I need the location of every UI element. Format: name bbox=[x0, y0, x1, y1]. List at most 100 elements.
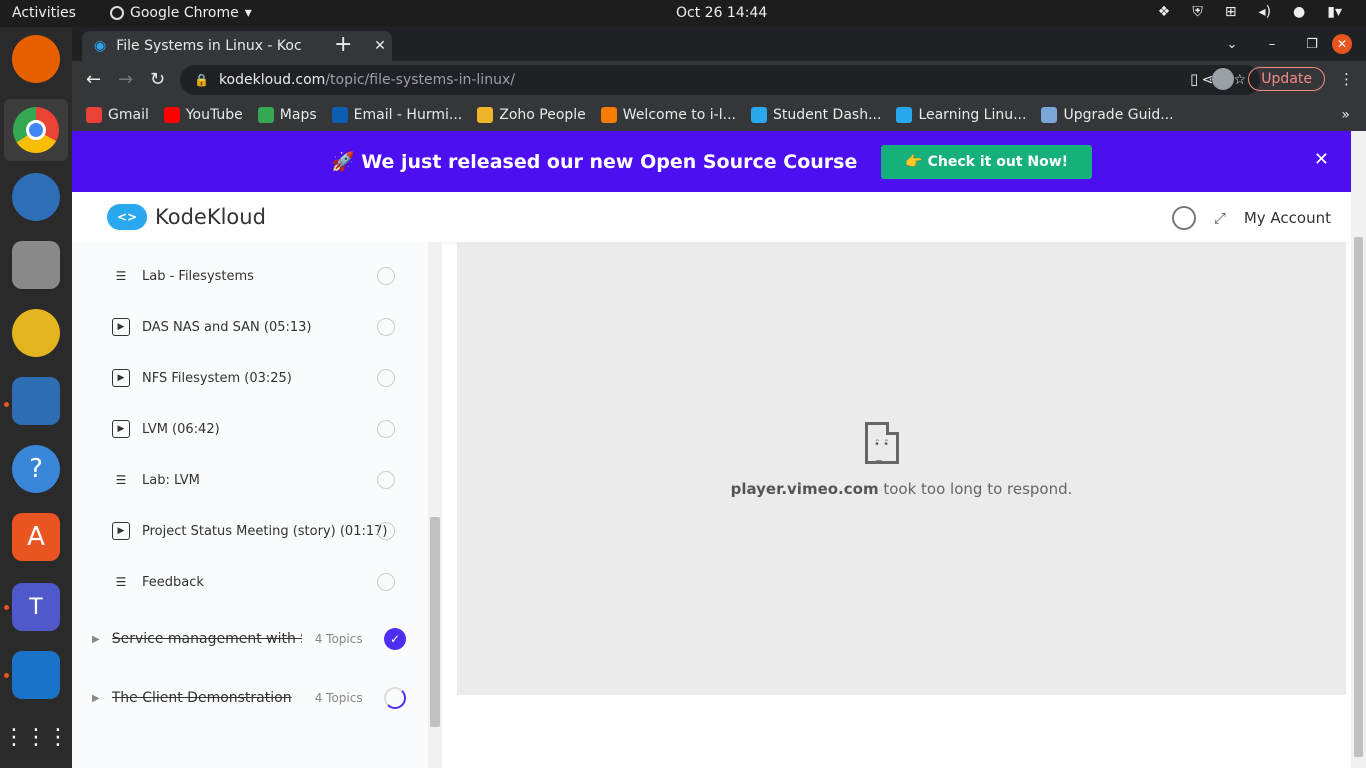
shield-icon[interactable]: ⛨ bbox=[1192, 4, 1203, 20]
battery-icon[interactable]: ▮▾ bbox=[1327, 4, 1342, 20]
expand-caret-icon[interactable]: ▶ bbox=[92, 634, 100, 645]
system-tray[interactable]: ❖ ⛨ ⊞ ◂) ● ▮▾ bbox=[1158, 4, 1342, 20]
completion-status-icon[interactable] bbox=[377, 420, 395, 438]
tab-strip: ◉ File Systems in Linux - Koc ✕ + ⌄ – ❐ … bbox=[72, 27, 1366, 61]
page-scroll-thumb[interactable] bbox=[1354, 237, 1363, 757]
bookmark-item[interactable]: Maps bbox=[257, 107, 317, 123]
completion-status-icon[interactable] bbox=[377, 471, 395, 489]
bookmark-item[interactable]: Upgrade Guid... bbox=[1041, 107, 1174, 123]
lesson-item[interactable]: ☰ Lab: LVM bbox=[112, 465, 402, 495]
new-tab-button[interactable]: + bbox=[334, 32, 352, 57]
url-path: /topic/file-systems-in-linux/ bbox=[325, 72, 515, 88]
bookmark-item[interactable]: Zoho People bbox=[477, 107, 586, 123]
web-page: 🚀 We just released our new Open Source C… bbox=[72, 131, 1366, 768]
maximize-button[interactable]: ❐ bbox=[1292, 37, 1332, 52]
minimize-button[interactable]: – bbox=[1252, 37, 1292, 52]
page-scrollbar[interactable] bbox=[1351, 131, 1366, 768]
clock[interactable]: Oct 26 14:44 bbox=[676, 5, 767, 21]
bookmark-favicon-icon bbox=[163, 107, 180, 123]
check-it-out-button[interactable]: 👉 Check it out Now! bbox=[881, 144, 1093, 179]
teams-icon[interactable]: T bbox=[12, 583, 60, 631]
network-icon[interactable]: ⊞ bbox=[1225, 4, 1237, 20]
address-bar[interactable]: 🔒 kodekloud.com/topic/file-systems-in-li… bbox=[180, 65, 1260, 95]
app-menu[interactable]: Google Chrome ▾ bbox=[110, 5, 252, 21]
section-item[interactable]: ▶ The Client Demonstration 4 Topics bbox=[92, 683, 406, 713]
microphone-icon[interactable]: ● bbox=[1293, 4, 1305, 20]
lesson-item[interactable]: ☰ Lab - Filesystems bbox=[112, 261, 402, 291]
sidebar-scroll-thumb[interactable] bbox=[430, 517, 440, 727]
forward-button[interactable]: → bbox=[118, 69, 133, 90]
course-sidebar: ☰ Lab - Filesystems ▶ DAS NAS and SAN (05:1… bbox=[72, 242, 428, 768]
volume-icon[interactable]: ◂) bbox=[1259, 4, 1272, 20]
lab-icon: ☰ bbox=[115, 473, 127, 487]
tab-title: File Systems in Linux - Koc bbox=[116, 38, 302, 54]
lesson-label: LVM (06:42) bbox=[142, 421, 220, 437]
rhythmbox-icon[interactable] bbox=[12, 309, 60, 357]
bookmark-item[interactable]: Email - Hurmi... bbox=[331, 107, 462, 123]
lesson-item[interactable]: ▶ LVM (06:42) bbox=[112, 414, 402, 444]
teams-tray-icon[interactable]: ❖ bbox=[1158, 4, 1171, 20]
app-shield-icon[interactable] bbox=[12, 651, 60, 699]
update-button[interactable]: Update bbox=[1248, 67, 1325, 91]
reload-button[interactable]: ↻ bbox=[150, 69, 165, 90]
lesson-label: DAS NAS and SAN (05:13) bbox=[142, 319, 312, 335]
help-icon[interactable]: ? bbox=[12, 445, 60, 493]
chrome-dock-icon[interactable] bbox=[4, 99, 68, 161]
bookmark-item[interactable]: Welcome to i-l... bbox=[600, 107, 736, 123]
activities-button[interactable]: Activities bbox=[12, 5, 76, 21]
dark-mode-toggle-icon[interactable] bbox=[1171, 206, 1196, 230]
completion-status-icon[interactable] bbox=[377, 522, 395, 540]
banner-message: 🚀 We just released our new Open Source C… bbox=[330, 151, 858, 173]
toolbar: ← → ↻ 🔒 kodekloud.com/topic/file-systems… bbox=[72, 61, 1366, 99]
bookmarks-overflow-icon[interactable]: » bbox=[1341, 107, 1350, 123]
bookmark-item[interactable]: YouTube bbox=[163, 107, 243, 123]
sad-page-icon: •̑ •̑ ︵ bbox=[865, 422, 899, 465]
bookmark-item[interactable]: Gmail bbox=[86, 107, 149, 123]
error-message: player.vimeo.com took too long to respon… bbox=[457, 480, 1346, 498]
promo-banner: 🚀 We just released our new Open Source C… bbox=[72, 131, 1351, 192]
section-item[interactable]: ▶ Service management with S... 4 Topics ✓ bbox=[92, 624, 406, 654]
lesson-item[interactable]: ▶ DAS NAS and SAN (05:13) bbox=[112, 312, 402, 342]
thunderbird-icon[interactable] bbox=[12, 173, 60, 221]
tab-close-icon[interactable]: ✕ bbox=[368, 38, 392, 54]
lesson-item[interactable]: ▶ Project Status Meeting (story) (01:17) bbox=[112, 516, 402, 546]
lesson-item[interactable]: ☰ Feedback bbox=[112, 567, 402, 597]
bookmark-item[interactable]: Student Dash... bbox=[750, 107, 882, 123]
close-window-button[interactable]: ✕ bbox=[1332, 34, 1352, 54]
sidebar-scrollbar[interactable] bbox=[428, 242, 442, 768]
software-center-icon[interactable]: A bbox=[12, 513, 60, 561]
expand-caret-icon[interactable]: ▶ bbox=[92, 693, 100, 704]
toolbar-right: ▯ Update ⋮ bbox=[1190, 67, 1354, 91]
completion-status-icon[interactable] bbox=[377, 267, 395, 285]
menu-dots-icon[interactable]: ⋮ bbox=[1339, 70, 1354, 88]
section-title: Service management with S... bbox=[111, 631, 302, 647]
side-panel-icon[interactable]: ▯ bbox=[1190, 70, 1198, 88]
lock-icon[interactable]: 🔒 bbox=[194, 73, 209, 87]
bookmark-label: YouTube bbox=[185, 107, 243, 123]
writer-icon[interactable] bbox=[12, 377, 60, 425]
my-account-link[interactable]: My Account bbox=[1244, 209, 1331, 227]
bookmark-label: Learning Linu... bbox=[918, 107, 1027, 123]
banner-close-icon[interactable]: ✕ bbox=[1314, 149, 1329, 170]
completion-status-icon[interactable] bbox=[377, 318, 395, 336]
bookmark-item[interactable]: Learning Linu... bbox=[896, 107, 1026, 123]
completion-status-icon[interactable] bbox=[377, 573, 395, 591]
lesson-label: Feedback bbox=[142, 574, 204, 590]
files-icon[interactable] bbox=[12, 241, 60, 289]
kodekloud-logo[interactable]: <> KodeKloud bbox=[107, 204, 266, 230]
firefox-icon[interactable] bbox=[12, 35, 60, 83]
chrome-icon bbox=[110, 6, 124, 20]
bookmark-label: Gmail bbox=[108, 107, 149, 123]
lesson-item[interactable]: ▶ NFS Filesystem (03:25) bbox=[112, 363, 402, 393]
bookmark-label: Zoho People bbox=[499, 107, 586, 123]
bookmark-favicon-icon bbox=[600, 107, 617, 123]
show-apps-icon[interactable]: ⋮⋮⋮ bbox=[3, 713, 69, 761]
profile-avatar[interactable] bbox=[1212, 68, 1235, 90]
bookmark-label: Student Dash... bbox=[772, 107, 882, 123]
completion-status-icon[interactable] bbox=[377, 369, 395, 387]
lesson-label: Project Status Meeting (story) (01:17) bbox=[142, 523, 388, 539]
video-icon: ▶ bbox=[112, 369, 130, 387]
tab-search-icon[interactable]: ⌄ bbox=[1212, 37, 1252, 52]
back-button[interactable]: ← bbox=[86, 69, 101, 90]
fullscreen-icon[interactable]: ⤢ bbox=[1214, 209, 1226, 227]
